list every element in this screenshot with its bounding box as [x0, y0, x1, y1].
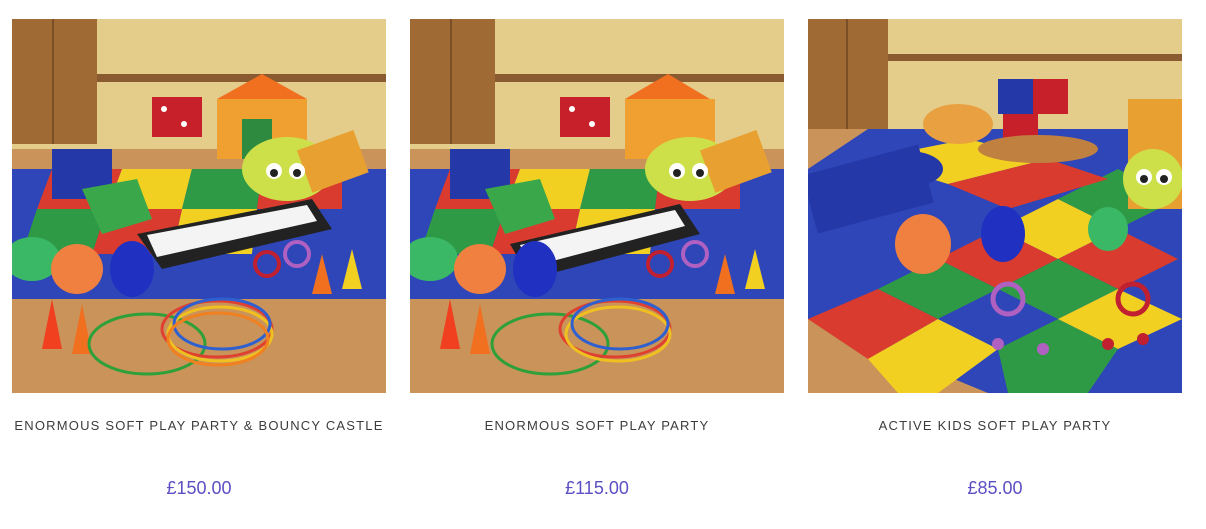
product-card: ENORMOUS SOFT PLAY PARTY £115.00 — [410, 19, 784, 498]
product-card: ACTIVE KIDS SOFT PLAY PARTY £85.00 — [808, 19, 1182, 498]
product-title[interactable]: ENORMOUS SOFT PLAY PARTY & BOUNCY CASTLE — [2, 418, 396, 433]
product-image[interactable] — [12, 19, 386, 393]
product-price: £115.00 — [565, 478, 629, 498]
product-title[interactable]: ENORMOUS SOFT PLAY PARTY — [400, 418, 794, 433]
product-image[interactable] — [808, 19, 1182, 393]
product-card: ENORMOUS SOFT PLAY PARTY & BOUNCY CASTLE… — [12, 19, 386, 498]
product-price: £150.00 — [166, 478, 232, 498]
product-image[interactable] — [410, 19, 784, 393]
product-title[interactable]: ACTIVE KIDS SOFT PLAY PARTY — [798, 418, 1192, 433]
product-price: £85.00 — [967, 478, 1023, 498]
product-grid: ENORMOUS SOFT PLAY PARTY & BOUNCY CASTLE… — [0, 0, 1206, 529]
